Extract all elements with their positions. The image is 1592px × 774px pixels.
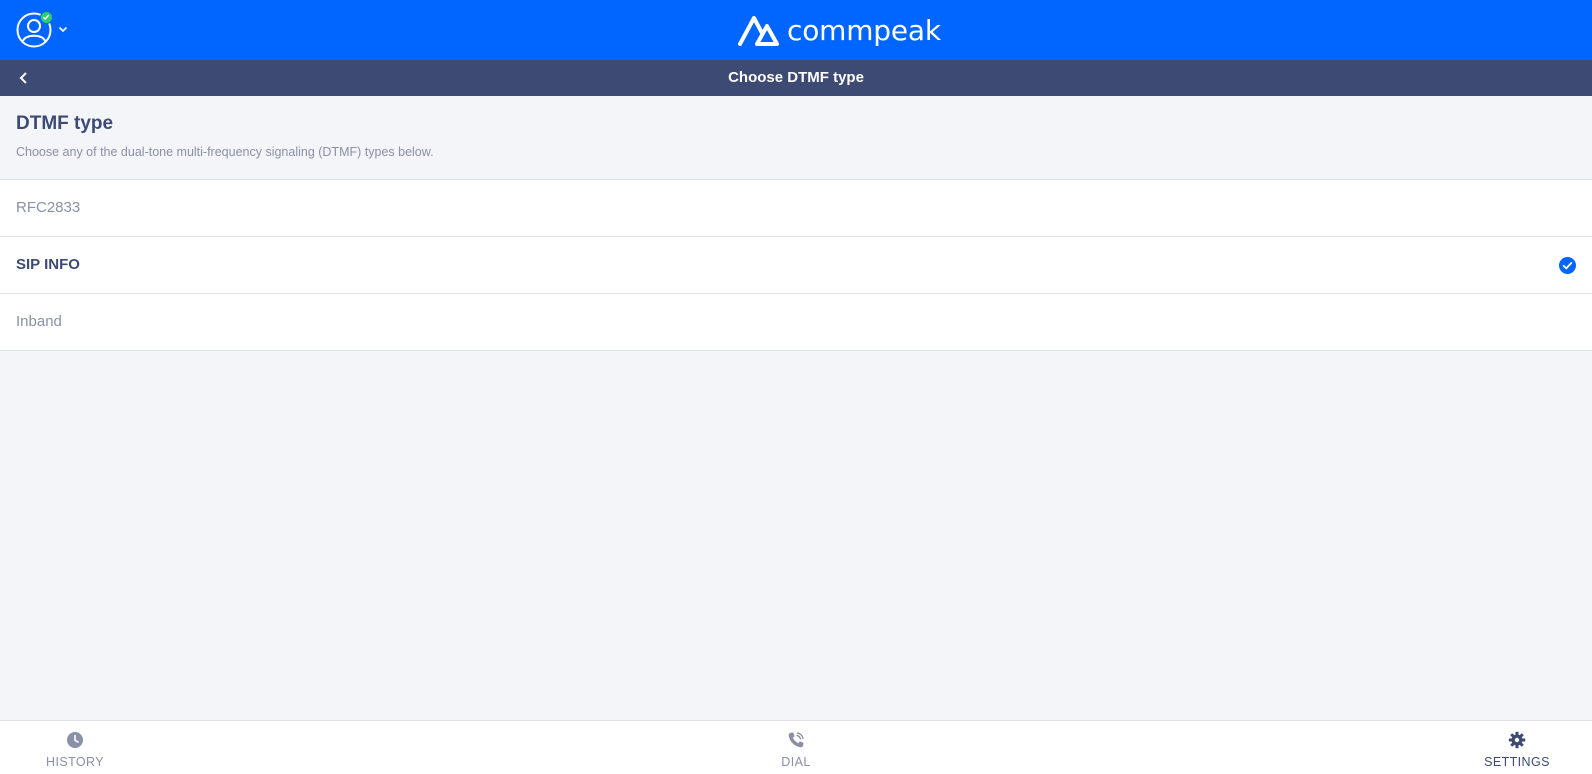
section-description: Choose any of the dual-tone multi-freque…: [16, 145, 434, 159]
commpeak-logo-mark-icon: [738, 16, 779, 46]
user-avatar-button[interactable]: [16, 11, 53, 48]
chevron-left-icon: [19, 72, 27, 84]
chevron-down-icon[interactable]: [57, 23, 69, 35]
nav-dial-label: DIAL: [781, 755, 811, 769]
option-rfc2833[interactable]: RFC2833: [0, 180, 1592, 237]
nav-settings[interactable]: SETTINGS: [1467, 721, 1567, 774]
online-status-badge: [40, 11, 53, 24]
bottom-navigation: HISTORY DIAL SETTINGS: [0, 720, 1592, 774]
option-inband[interactable]: Inband: [0, 294, 1592, 351]
option-label: Inband: [16, 313, 62, 330]
phone-icon: [788, 732, 804, 748]
option-label: RFC2833: [16, 199, 81, 216]
nav-history-label: HISTORY: [46, 755, 104, 769]
selected-check-icon: [1559, 257, 1576, 274]
section-header: DTMF type Choose any of the dual-tone mu…: [0, 96, 1592, 180]
nav-settings-label: SETTINGS: [1484, 755, 1550, 769]
top-header: commpeak: [0, 0, 1592, 60]
dtmf-options-list: RFC2833 SIP INFO Inband: [0, 180, 1592, 351]
check-icon: [42, 14, 50, 20]
page-title: Choose DTMF type: [728, 69, 864, 86]
clock-icon: [67, 732, 83, 748]
section-title: DTMF type: [16, 113, 114, 134]
option-label: SIP INFO: [16, 256, 80, 273]
sub-header: Choose DTMF type: [0, 60, 1592, 96]
nav-history[interactable]: HISTORY: [25, 721, 125, 774]
nav-dial[interactable]: DIAL: [746, 721, 846, 774]
back-button[interactable]: [12, 66, 36, 90]
logo-text: commpeak: [787, 13, 941, 47]
commpeak-logo: commpeak: [737, 12, 941, 48]
option-sip-info[interactable]: SIP INFO: [0, 237, 1592, 294]
gear-icon: [1508, 731, 1526, 749]
app-window: commpeak Choose DTMF type DTMF type Choo…: [0, 0, 1592, 774]
